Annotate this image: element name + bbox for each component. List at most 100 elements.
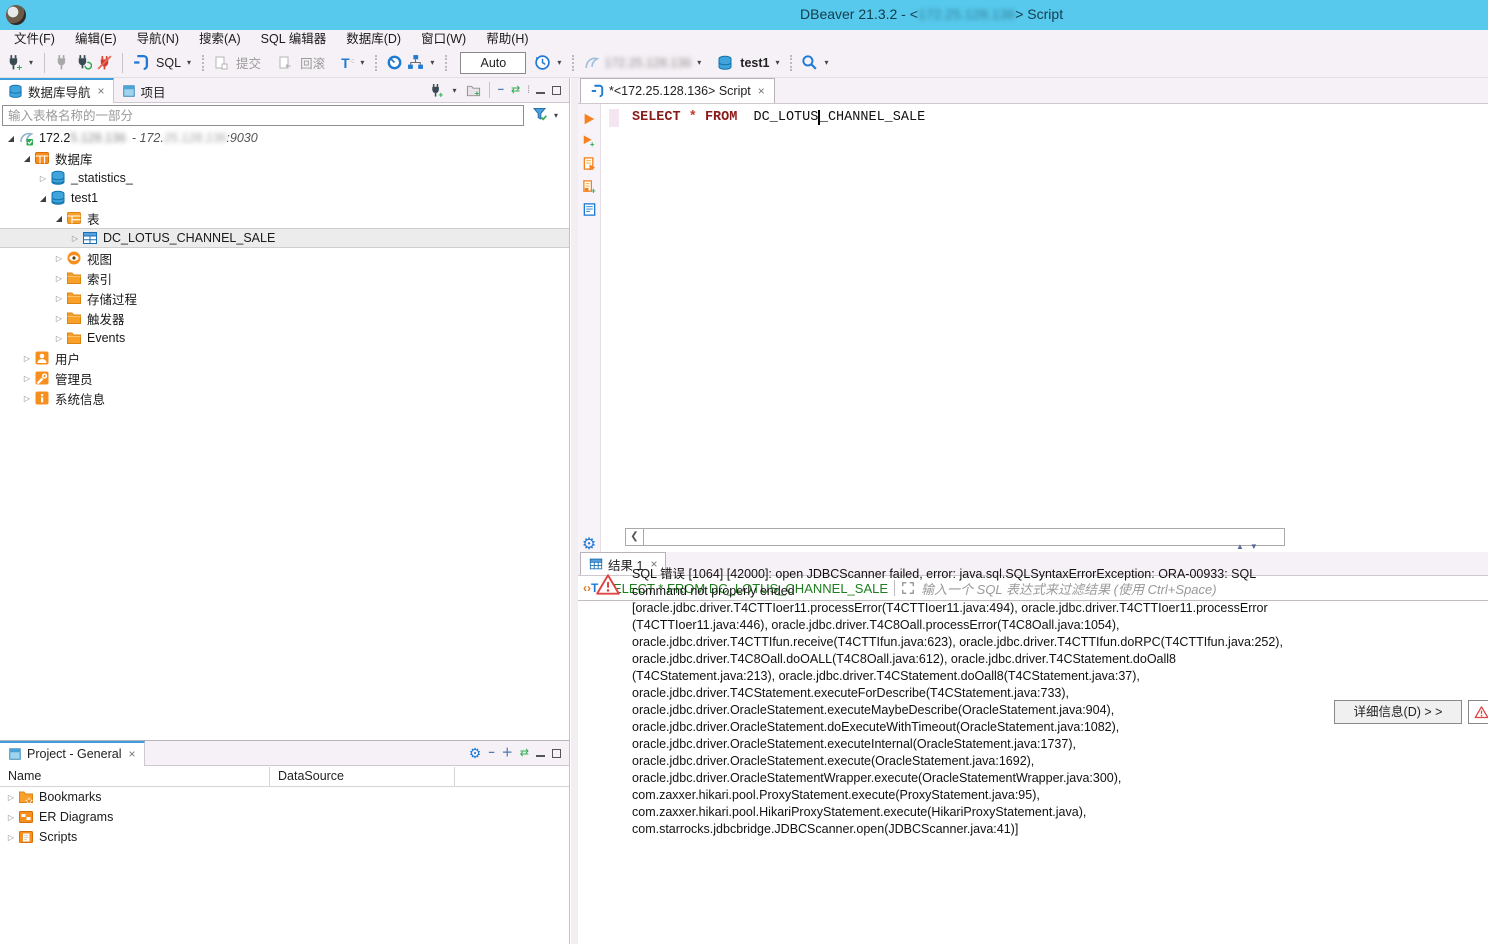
tab-projects[interactable]: 项目 — [114, 78, 174, 103]
schema-map-icon[interactable] — [407, 54, 424, 71]
menu-edit[interactable]: 编辑(E) — [65, 30, 127, 48]
tree-item-statistics-db[interactable]: ▷ _statistics_ — [0, 168, 569, 188]
details-button[interactable]: 详细信息(D) > > — [1334, 700, 1462, 724]
connection-selector[interactable]: 172.25.128.136 — [604, 56, 691, 70]
tree-item-indexes[interactable]: ▷ 索引 — [0, 268, 569, 288]
tree-item-procedures[interactable]: ▷ 存储过程 — [0, 288, 569, 308]
tree-item-events[interactable]: ▷ Events — [0, 328, 569, 348]
database-selector-dropdown[interactable]: ▾ — [773, 58, 781, 67]
sql-editor-icon[interactable] — [132, 54, 149, 71]
menu-sql-editor[interactable]: SQL 编辑器 — [251, 30, 337, 48]
new-folder-icon[interactable]: + — [466, 83, 481, 98]
expand-arrow-icon[interactable]: ◢ — [52, 214, 66, 223]
collapse-all-icon[interactable]: − — [488, 748, 494, 759]
menu-search[interactable]: 搜索(A) — [189, 30, 251, 48]
database-selector[interactable]: test1 — [740, 56, 769, 70]
close-icon[interactable]: × — [98, 84, 105, 98]
expand-arrow-icon[interactable]: ◢ — [20, 154, 34, 163]
error-details-mini-button[interactable] — [1468, 700, 1488, 724]
link-with-editor-icon[interactable]: ⇄ — [511, 85, 520, 96]
filter-dropdown[interactable]: ▾ — [552, 111, 560, 120]
column-header-name[interactable]: Name — [0, 767, 270, 787]
expand-arrow-icon[interactable]: ▷ — [4, 793, 18, 802]
minimize-icon[interactable] — [536, 749, 545, 757]
explain-plan-icon[interactable] — [582, 202, 597, 217]
sql-editor-dropdown[interactable]: ▾ — [185, 58, 193, 67]
tree-item-admins[interactable]: ▷ 管理员 — [0, 368, 569, 388]
new-connection-button[interactable]: + — [6, 54, 23, 71]
tree-item-system-info[interactable]: ▷ 系统信息 — [0, 388, 569, 408]
tab-database-navigator[interactable]: 数据库导航 × — [0, 78, 114, 103]
disconnect-button[interactable] — [96, 54, 113, 71]
history-dropdown[interactable]: ▾ — [555, 58, 563, 67]
panel-divider[interactable] — [571, 78, 578, 944]
expand-arrow-icon[interactable]: ▷ — [52, 294, 66, 303]
restore-panel-chevrons[interactable]: ▲▼ — [1236, 542, 1264, 551]
error-message-text[interactable]: SQL 错误 [1064] [42000]: open JDBCScanner … — [632, 566, 1342, 838]
menu-file[interactable]: 文件(F) — [4, 30, 65, 48]
maximize-icon[interactable] — [552, 86, 561, 95]
schema-map-dropdown[interactable]: ▾ — [428, 58, 436, 67]
execute-new-tab-icon[interactable]: + — [582, 134, 596, 148]
expand-arrow-icon[interactable]: ◢ — [36, 194, 50, 203]
transaction-mode-button[interactable]: T⁖ — [341, 55, 354, 71]
tab-sql-script[interactable]: *<172.25.128.136> Script × — [580, 78, 775, 103]
new-connection-mini-button[interactable]: + — [429, 83, 444, 98]
scroll-left-arrow[interactable]: ❮ — [626, 529, 644, 545]
expand-arrow-icon[interactable]: ▷ — [52, 334, 66, 343]
maximize-icon[interactable] — [552, 749, 561, 758]
tree-item-views[interactable]: ▷ 视图 — [0, 248, 569, 268]
tree-item-tables-folder[interactable]: ◢ 表 — [0, 208, 569, 228]
new-connection-mini-dropdown[interactable]: ▾ — [451, 86, 459, 95]
dashboard-icon[interactable] — [386, 54, 403, 71]
gear-icon[interactable]: ⚙ — [582, 537, 596, 553]
close-icon[interactable]: × — [758, 84, 765, 98]
column-header-datasource[interactable]: DataSource — [270, 767, 455, 787]
project-item-bookmarks[interactable]: ▷ Bookmarks — [0, 787, 569, 807]
connect-button[interactable] — [54, 54, 71, 71]
execute-script-icon[interactable] — [582, 156, 597, 171]
tree-item-databases-folder[interactable]: ◢ 数据库 — [0, 148, 569, 168]
tree-item-connection[interactable]: ◢ 172.25.128.136 - 172.25.128.136:9030 — [0, 128, 569, 148]
expand-arrow-icon[interactable]: ▷ — [52, 274, 66, 283]
project-item-scripts[interactable]: ▷ Scripts — [0, 827, 569, 847]
tree-item-test1-db[interactable]: ◢ test1 — [0, 188, 569, 208]
expand-all-icon[interactable]: ＋ — [502, 748, 513, 759]
new-connection-dropdown[interactable]: ▾ — [27, 58, 35, 67]
sql-editor-label[interactable]: SQL — [156, 56, 181, 70]
expand-arrow-icon[interactable]: ▷ — [4, 813, 18, 822]
menu-navigate[interactable]: 导航(N) — [127, 30, 189, 48]
execute-statement-icon[interactable] — [582, 112, 596, 126]
expand-arrow-icon[interactable]: ▷ — [68, 234, 82, 243]
link-with-editor-icon[interactable]: ⇄ — [520, 748, 529, 759]
minimize-icon[interactable] — [536, 86, 545, 94]
expand-arrow-icon[interactable]: ◢ — [4, 134, 18, 143]
search-icon[interactable] — [801, 54, 818, 71]
expand-arrow-icon[interactable]: ▷ — [52, 314, 66, 323]
collapse-all-icon[interactable]: − — [498, 85, 504, 96]
connection-selector-dropdown[interactable]: ▾ — [695, 58, 703, 67]
reconnect-button[interactable] — [75, 54, 92, 71]
tree-item-users[interactable]: ▷ 用户 — [0, 348, 569, 368]
history-icon[interactable] — [534, 54, 551, 71]
tab-project-general[interactable]: Project - General × — [0, 741, 145, 766]
expand-arrow-icon[interactable]: ▷ — [36, 174, 50, 183]
menu-help[interactable]: 帮助(H) — [476, 30, 538, 48]
menu-window[interactable]: 窗口(W) — [411, 30, 476, 48]
tree-item-dc-lotus-channel-sale[interactable]: ▷ DC_LOTUS_CHANNEL_SALE — [0, 228, 569, 248]
gear-icon[interactable]: ⚙ — [469, 746, 482, 760]
close-icon[interactable]: × — [128, 747, 135, 761]
horizontal-scrollbar[interactable]: ❮ — [625, 528, 1285, 546]
view-menu-icon[interactable]: ⁞ — [527, 85, 529, 96]
execute-script-new-tab-icon[interactable]: + — [582, 179, 597, 194]
sql-code-line[interactable]: SELECT * FROM DC_LOTUS_CHANNEL_SALE — [632, 110, 925, 125]
search-dropdown[interactable]: ▾ — [822, 58, 830, 67]
expand-arrow-icon[interactable]: ▷ — [20, 354, 34, 363]
auto-commit-button[interactable]: Auto — [460, 52, 526, 74]
tree-item-triggers[interactable]: ▷ 触发器 — [0, 308, 569, 328]
menu-database[interactable]: 数据库(D) — [336, 30, 411, 48]
table-filter-input[interactable] — [2, 105, 524, 126]
sql-editor[interactable]: + + ⚙ ((|)) SELECT * FROM DC_LOTUS_CHANN… — [578, 104, 1488, 552]
filter-funnel-icon[interactable] — [532, 106, 548, 122]
transaction-mode-dropdown[interactable]: ▾ — [358, 58, 366, 67]
